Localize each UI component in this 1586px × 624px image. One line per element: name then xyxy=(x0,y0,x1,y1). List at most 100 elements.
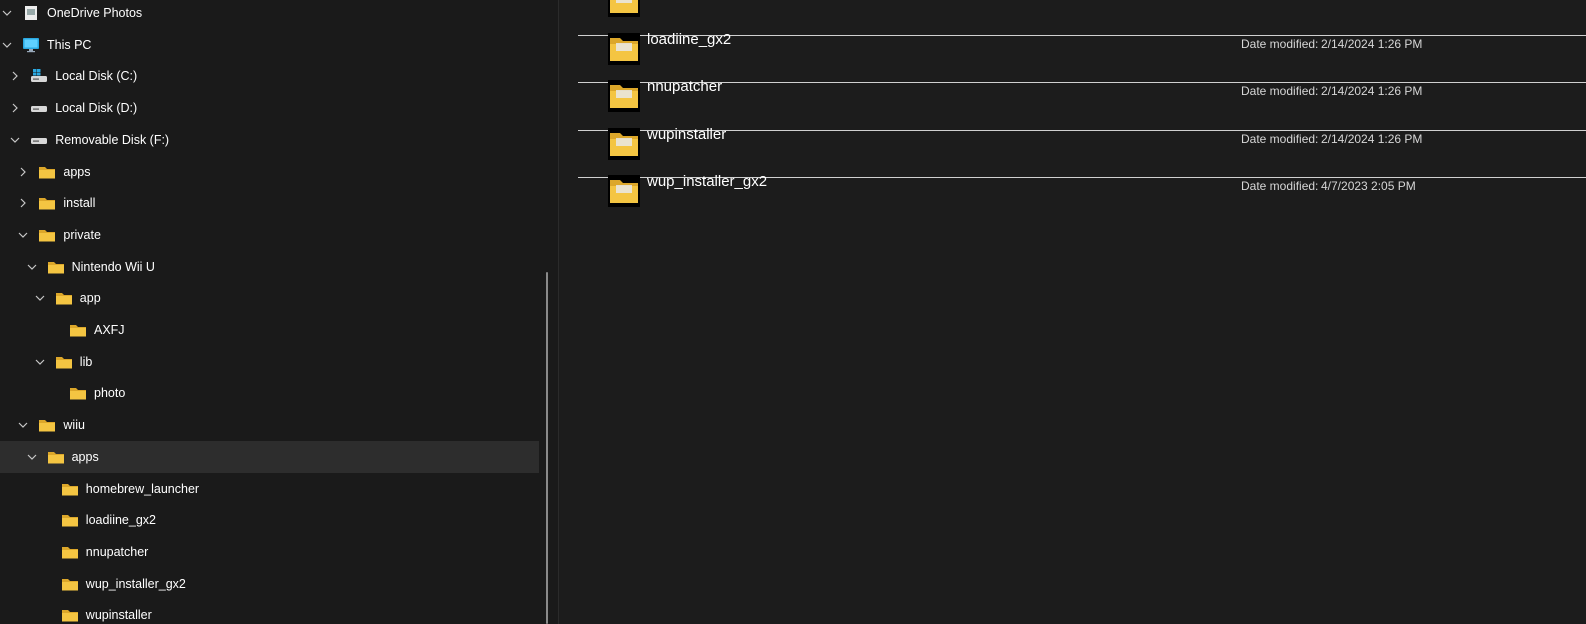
nav-item-wup-installer-gx2[interactable]: wup_installer_gx2 xyxy=(0,568,539,600)
chevron-down-icon[interactable] xyxy=(16,228,30,242)
chevron-right-icon[interactable] xyxy=(16,196,30,210)
nav-item-apps[interactable]: apps xyxy=(0,440,539,473)
nav-item-label: Local Disk (C:) xyxy=(55,69,138,84)
chevron-down-icon[interactable] xyxy=(8,133,22,147)
chevron-down-icon[interactable] xyxy=(25,450,39,464)
file-row[interactable]: wupinstaller Date modified: 2/14/2024 1:26… xyxy=(578,120,1586,167)
nav-item-label: wupinstaller xyxy=(85,608,152,623)
nav-item-label: lib xyxy=(79,354,93,369)
nav-item-homebrew-launcher[interactable]: homebrew_launcher xyxy=(0,473,539,505)
file-name: loadiine_gx2 xyxy=(647,30,732,48)
chevron-down-icon[interactable] xyxy=(0,6,14,20)
nav-item-label: wiiu xyxy=(63,418,85,433)
nav-item-photo[interactable]: photo xyxy=(0,377,539,409)
nav-item-app[interactable]: app xyxy=(0,282,539,314)
folder-icon xyxy=(61,512,79,528)
nav-item-apps[interactable]: apps xyxy=(0,156,539,188)
windows-drive-icon xyxy=(30,68,48,84)
date-modified-label: Date modified: xyxy=(1241,0,1318,3)
folder-icon xyxy=(69,322,87,338)
chevron-right-icon[interactable] xyxy=(16,165,30,179)
chevron-right-icon[interactable] xyxy=(8,69,22,83)
nav-item-label: photo xyxy=(94,386,126,401)
chevron-down-icon[interactable] xyxy=(25,260,39,274)
drive-icon xyxy=(30,132,48,148)
folder-thumbnail-icon xyxy=(608,80,640,112)
nav-item-local-disk-c[interactable]: Local Disk (C:) xyxy=(0,60,539,92)
nav-item-label: OneDrive Photos xyxy=(47,6,143,20)
nav-item-nnupatcher[interactable]: nnupatcher xyxy=(0,536,539,568)
folder-icon xyxy=(47,259,65,275)
chevron-down-icon[interactable] xyxy=(16,418,30,432)
folder-thumbnail-icon xyxy=(608,32,640,65)
folder-icon xyxy=(61,481,79,497)
nav-item-label: private xyxy=(63,227,101,242)
date-modified-value: 2/14/2024 1:26 PM xyxy=(1321,131,1423,146)
file-name: wupinstaller xyxy=(647,125,727,143)
nav-item-nintendo-wii-u[interactable]: Nintendo Wii U xyxy=(0,251,539,283)
file-name: wup_installer_gx2 xyxy=(647,173,768,190)
folder-thumbnail-icon xyxy=(608,0,640,17)
navigation-pane: OneDrive Photos This PC Local Disk (C:) Loc… xyxy=(0,0,558,624)
nav-item-onedrive-photos[interactable]: OneDrive Photos xyxy=(0,0,539,29)
chevron-down-icon[interactable] xyxy=(33,355,47,369)
folder-thumbnail-icon xyxy=(608,175,640,207)
date-modified-label: Date modified: xyxy=(1241,84,1319,98)
nav-item-lib[interactable]: lib xyxy=(0,346,539,378)
folder-icon xyxy=(38,227,56,243)
folder-icon xyxy=(47,449,65,465)
nav-item-label: homebrew_launcher xyxy=(85,481,200,496)
nav-item-wupinstaller[interactable]: wupinstaller xyxy=(0,599,539,624)
nav-item-label: app xyxy=(79,291,101,306)
nav-item-removable-disk-f[interactable]: Removable Disk (F:) xyxy=(0,124,539,156)
folder-icon xyxy=(55,290,73,306)
nav-item-private[interactable]: private xyxy=(0,219,539,251)
nav-item-axfj[interactable]: AXFJ xyxy=(0,314,539,346)
chevron-down-icon[interactable] xyxy=(0,38,14,52)
folder-icon xyxy=(69,385,87,401)
nav-item-label: Nintendo Wii U xyxy=(71,259,155,274)
date-modified-label: Date modified: xyxy=(1241,36,1319,51)
nav-item-loadiine-gx2[interactable]: loadiine_gx2 xyxy=(0,504,539,536)
nav-item-install[interactable]: install xyxy=(0,187,539,219)
nav-item-wiiu[interactable]: wiiu xyxy=(0,409,539,441)
date-modified-value: 2/14/2024 1:26 PM xyxy=(1321,0,1422,3)
file-name: nnupatcher xyxy=(647,78,723,95)
nav-item-label: This PC xyxy=(47,37,92,52)
nav-item-this-pc[interactable]: This PC xyxy=(0,29,539,61)
file-row[interactable]: homebrew_launcherDate modified:2/14/2024… xyxy=(578,0,1586,24)
nav-item-label: AXFJ xyxy=(94,323,125,337)
date-modified-label: Date modified: xyxy=(1241,179,1319,193)
drive-icon xyxy=(30,100,48,116)
date-modified-value: 4/7/2023 2:05 PM xyxy=(1321,179,1416,193)
nav-item-label: apps xyxy=(71,449,99,464)
date-modified-label: Date modified: xyxy=(1241,131,1319,146)
file-row[interactable]: wup_installer_gx2 Date modified: 4/7/2023 … xyxy=(578,167,1586,214)
pc-monitor-icon xyxy=(22,37,40,53)
folder-icon xyxy=(55,354,73,370)
folder-icon xyxy=(61,544,79,560)
chevron-down-icon[interactable] xyxy=(33,291,47,305)
folder-icon xyxy=(61,607,79,623)
folder-thumbnail-icon xyxy=(608,127,640,160)
file-row[interactable]: loadiine_gx2 Date modified: 2/14/2024 1:26… xyxy=(578,25,1586,72)
folder-icon xyxy=(38,164,56,180)
chevron-right-icon[interactable] xyxy=(8,101,22,115)
nav-item-label: apps xyxy=(63,164,91,179)
nav-item-label: loadiine_gx2 xyxy=(85,513,156,528)
nav-item-label: install xyxy=(63,196,96,211)
folder-icon xyxy=(38,195,56,211)
nav-scrollbar[interactable] xyxy=(546,272,548,624)
nav-item-label: Removable Disk (F:) xyxy=(55,132,170,147)
file-list: homebrew_launcherDate modified:2/14/2024… xyxy=(559,0,1586,624)
file-row[interactable]: nnupatcher Date modified: 2/14/2024 1:26 P… xyxy=(578,72,1586,119)
nav-item-local-disk-d[interactable]: Local Disk (D:) xyxy=(0,92,539,124)
folder-icon xyxy=(38,417,56,433)
